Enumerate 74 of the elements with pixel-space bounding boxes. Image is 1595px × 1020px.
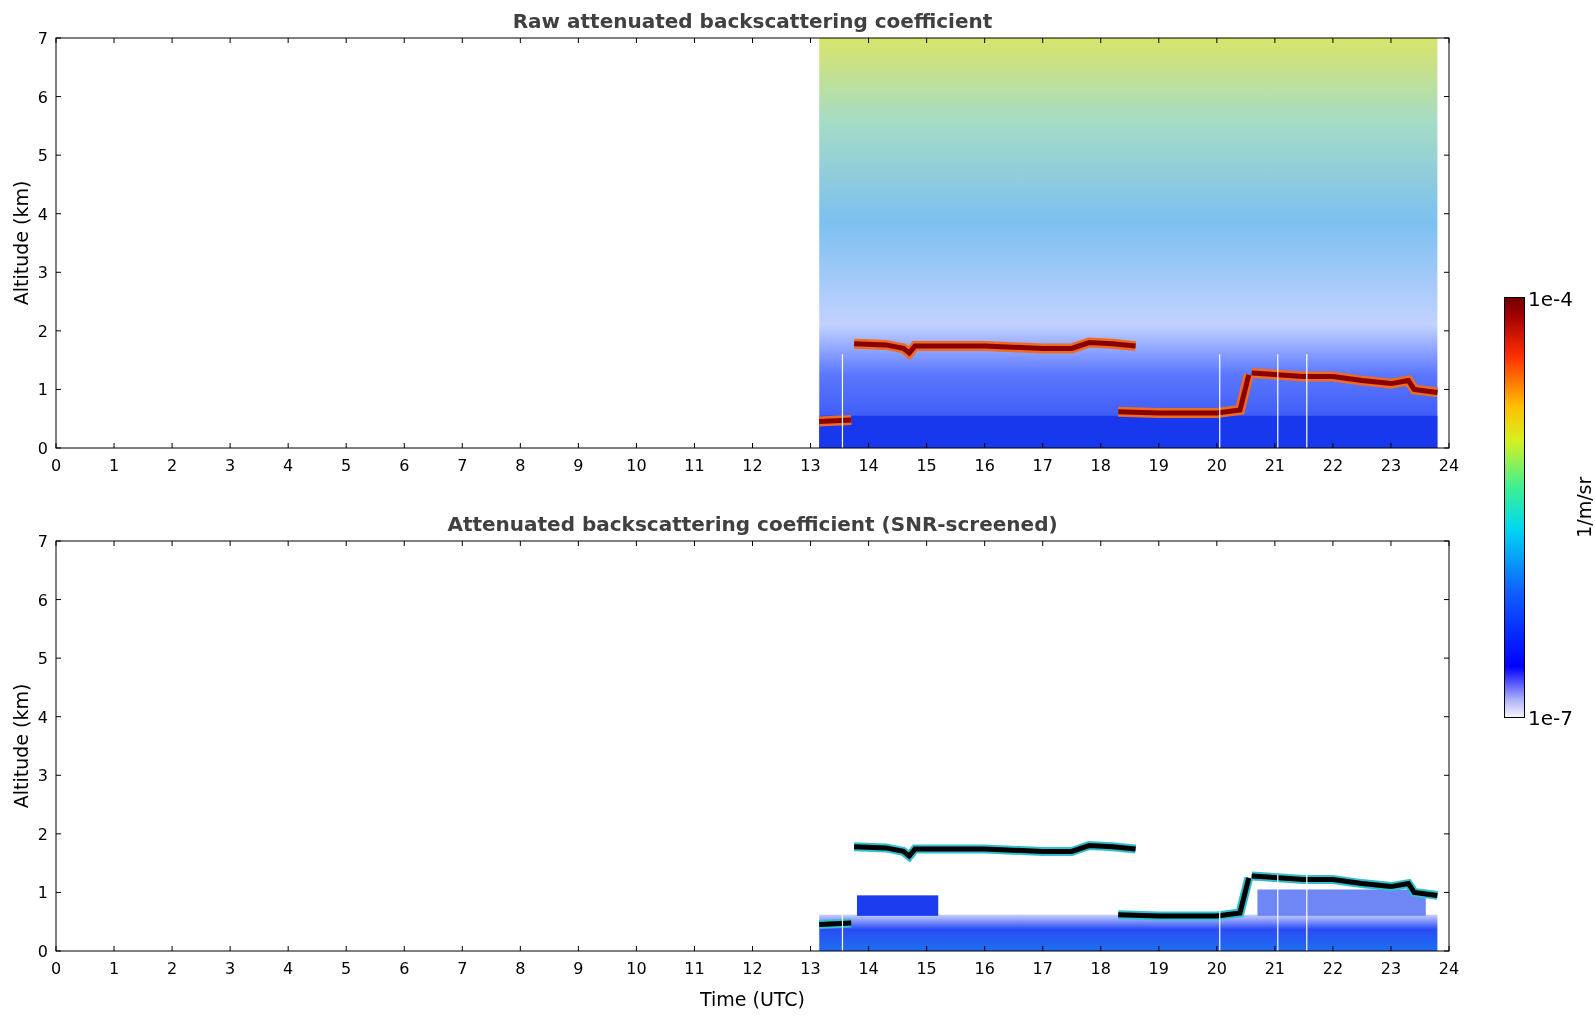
tick-label: 1	[108, 959, 120, 978]
tick-label: 1	[37, 380, 48, 400]
tick-label: 7	[37, 532, 48, 551]
tick-label: 12	[742, 959, 763, 978]
tick-label: 6	[37, 87, 48, 107]
tick-label: 19	[1148, 456, 1169, 475]
axis-label: Altitude (km)	[10, 180, 32, 306]
tick-label: 14	[858, 456, 879, 475]
colorbar-label: 1e-4	[1528, 289, 1573, 309]
tick-label: 18	[1090, 456, 1111, 475]
tick-label: 0	[50, 959, 62, 978]
tick-label: 4	[37, 204, 48, 224]
tick-label: 6	[399, 456, 410, 475]
tick-label: 15	[916, 456, 937, 475]
tick-label: 5	[37, 649, 48, 669]
tick-label: 10	[626, 959, 647, 978]
tick-label: 20	[1206, 456, 1227, 475]
tick-label: 22	[1322, 959, 1344, 978]
tick-label: 2	[37, 321, 48, 341]
tick-label: 9	[573, 456, 584, 475]
tick-label: 10	[626, 456, 647, 475]
tick-label: 15	[916, 959, 937, 978]
tick-label: 11	[684, 959, 705, 978]
tick-label: 4	[283, 456, 294, 475]
tick-label: 19	[1148, 959, 1169, 978]
tick-label: 18	[1090, 959, 1111, 978]
tick-label: 21	[1264, 959, 1286, 978]
tick-label: 6	[37, 590, 48, 610]
axis-label: Altitude (km)	[10, 683, 32, 809]
tick-label: 2	[167, 959, 178, 978]
tick-label: 13	[800, 456, 821, 475]
tick-label: 14	[858, 959, 879, 978]
tick-label: 0	[37, 942, 48, 961]
tick-label: 9	[573, 959, 584, 978]
tick-label: 7	[457, 959, 468, 978]
tick-label: 5	[341, 456, 352, 475]
tick-label: 4	[37, 707, 48, 727]
tick-label: 0	[50, 456, 62, 475]
tick-label: 3	[225, 959, 236, 978]
colorbar-unit: 1/m/sr	[1572, 476, 1595, 539]
tick-label: 11	[684, 456, 705, 475]
tick-label: 1	[108, 456, 120, 475]
tick-label: 23	[1380, 959, 1402, 978]
tick-label: 3	[37, 263, 48, 283]
tick-label: 3	[225, 456, 236, 475]
tick-label: 1	[37, 883, 48, 903]
chart-title: Attenuated backscattering coefficient (SNR-screened)	[447, 512, 1058, 536]
tick-label: 5	[37, 146, 48, 166]
tick-label: 6	[399, 959, 410, 978]
tick-label: 16	[974, 456, 995, 475]
tick-label: 5	[341, 959, 352, 978]
tick-label: 3	[37, 766, 48, 786]
tick-label: 20	[1206, 959, 1227, 978]
tick-label: 21	[1264, 456, 1286, 475]
tick-label: 7	[37, 29, 48, 48]
tick-label: 2	[167, 456, 178, 475]
colorbar-label: 1e-7	[1528, 708, 1573, 728]
tick-label: 23	[1380, 456, 1402, 475]
tick-label: 17	[1032, 456, 1053, 475]
tick-label: 13	[800, 959, 821, 978]
tick-label: 2	[37, 824, 48, 844]
tick-label: 17	[1032, 959, 1053, 978]
tick-label: 24	[1438, 456, 1460, 475]
tick-label: 4	[283, 959, 294, 978]
chart-title: Raw attenuated backscattering coefficient	[512, 9, 993, 33]
tick-label: 24	[1438, 959, 1460, 978]
tick-label: 22	[1322, 456, 1344, 475]
tick-label: 12	[742, 456, 763, 475]
tick-label: 8	[515, 959, 526, 978]
tick-label: 0	[37, 439, 48, 458]
axis-label: Time (UTC)	[700, 988, 805, 1010]
tick-label: 7	[457, 456, 468, 475]
tick-label: 8	[515, 456, 526, 475]
tick-label: 16	[974, 959, 995, 978]
